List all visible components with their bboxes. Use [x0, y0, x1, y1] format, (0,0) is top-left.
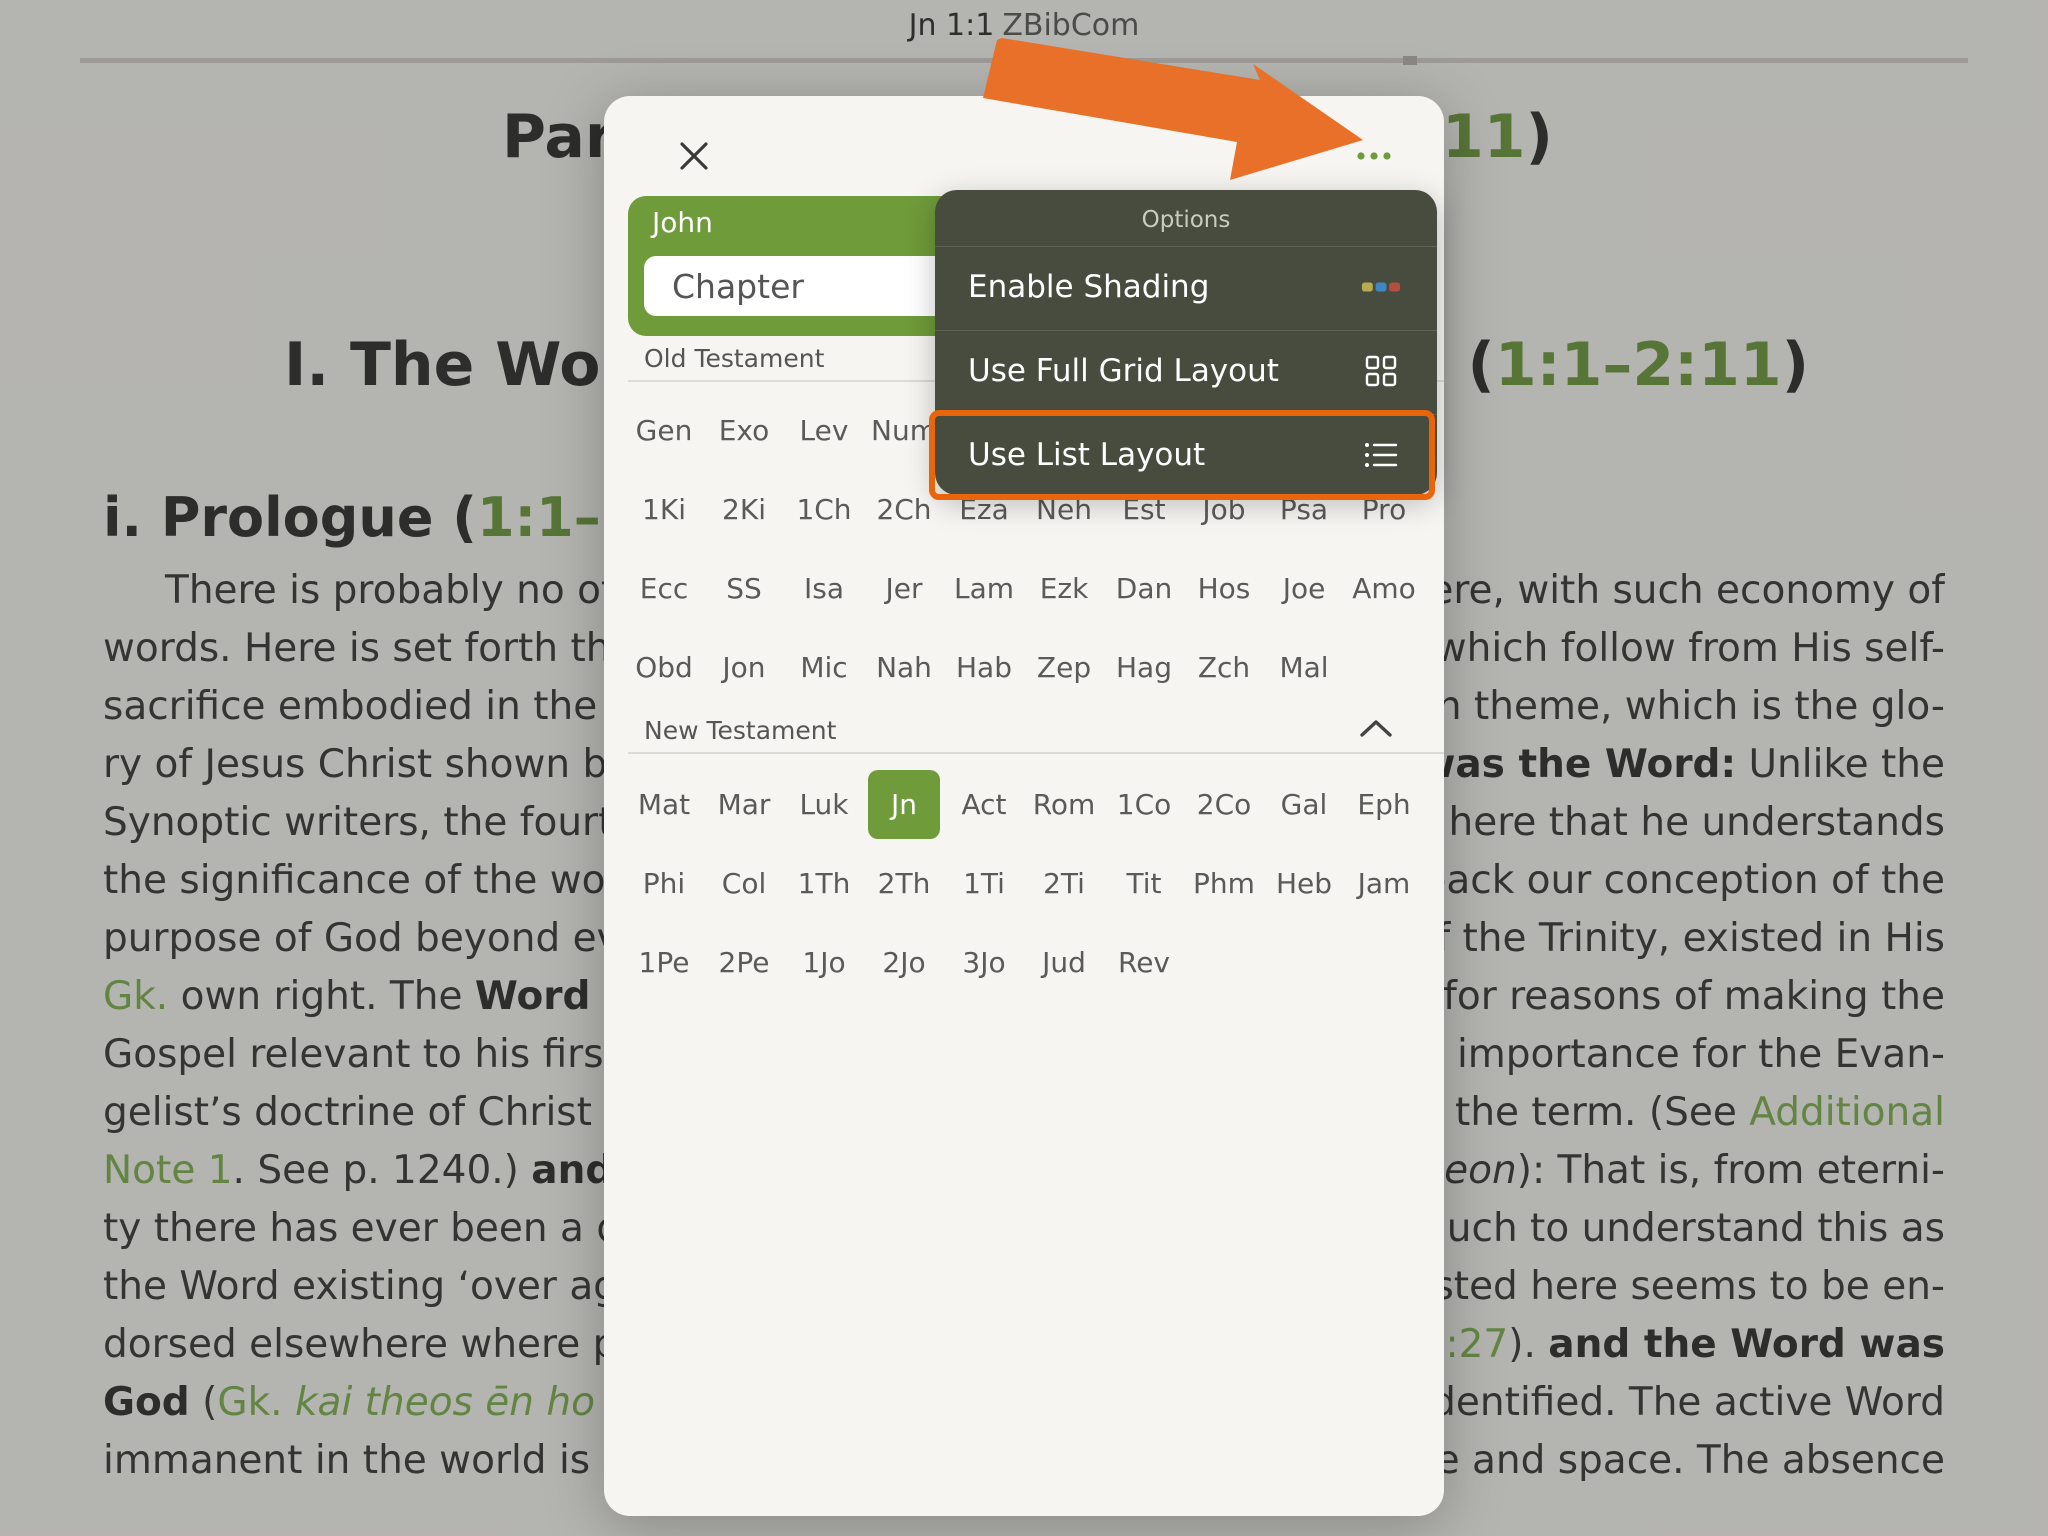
- shading-icon: [1361, 267, 1401, 307]
- close-icon: [680, 142, 708, 170]
- book-button-zch[interactable]: Zch: [1188, 633, 1260, 702]
- book-button-hag[interactable]: Hag: [1108, 633, 1180, 702]
- book-button-1ki[interactable]: 1Ki: [628, 475, 700, 544]
- book-button-1jo[interactable]: 1Jo: [788, 928, 860, 997]
- old-testament-label: Old Testament: [644, 344, 825, 373]
- book-button-ezk[interactable]: Ezk: [1028, 554, 1100, 623]
- book-button-1co[interactable]: 1Co: [1108, 770, 1180, 839]
- book-button-hab[interactable]: Hab: [948, 633, 1020, 702]
- book-button-dan[interactable]: Dan: [1108, 554, 1180, 623]
- book-button-3jo[interactable]: 3Jo: [948, 928, 1020, 997]
- book-button-2ti[interactable]: 2Ti: [1028, 849, 1100, 918]
- book-button-act[interactable]: Act: [948, 770, 1020, 839]
- annotation-highlight-box: [929, 410, 1435, 500]
- enable-shading-item[interactable]: Enable Shading: [935, 246, 1437, 331]
- enable-shading-label: Enable Shading: [968, 269, 1210, 305]
- book-button-exo[interactable]: Exo: [708, 396, 780, 465]
- book-button-phm[interactable]: Phm: [1188, 849, 1260, 918]
- book-button-mic[interactable]: Mic: [788, 633, 860, 702]
- book-button-mal[interactable]: Mal: [1268, 633, 1340, 702]
- book-button-2jo[interactable]: 2Jo: [868, 928, 940, 997]
- book-button-obd[interactable]: Obd: [628, 633, 700, 702]
- book-button-ss[interactable]: SS: [708, 554, 780, 623]
- book-button-jam[interactable]: Jam: [1348, 849, 1420, 918]
- book-button-gen[interactable]: Gen: [628, 396, 700, 465]
- book-button-heb[interactable]: Heb: [1268, 849, 1340, 918]
- book-button-1pe[interactable]: 1Pe: [628, 928, 700, 997]
- book-button-amo[interactable]: Amo: [1348, 554, 1420, 623]
- more-options-button[interactable]: [1344, 126, 1404, 186]
- book-button-phi[interactable]: Phi: [628, 849, 700, 918]
- book-button-1th[interactable]: 1Th: [788, 849, 860, 918]
- book-button-mar[interactable]: Mar: [708, 770, 780, 839]
- book-button-mat[interactable]: Mat: [628, 770, 700, 839]
- new-testament-label: New Testament: [644, 716, 837, 745]
- chevron-up-icon: [1360, 720, 1392, 737]
- new-testament-divider: [628, 752, 1444, 754]
- book-button-2co[interactable]: 2Co: [1188, 770, 1260, 839]
- book-button-ecc[interactable]: Ecc: [628, 554, 700, 623]
- book-button-rom[interactable]: Rom: [1028, 770, 1100, 839]
- use-full-grid-layout-label: Use Full Grid Layout: [968, 353, 1279, 389]
- book-button-col[interactable]: Col: [708, 849, 780, 918]
- book-button-tit[interactable]: Tit: [1108, 849, 1180, 918]
- options-menu-header: Options: [1141, 207, 1231, 233]
- book-button-2pe[interactable]: 2Pe: [708, 928, 780, 997]
- book-button-lev[interactable]: Lev: [788, 396, 860, 465]
- more-icon: [1357, 152, 1391, 160]
- book-button-2ki[interactable]: 2Ki: [708, 475, 780, 544]
- new-testament-books: Mat Mar Luk Jn Act Rom 1Co 2Co Gal Eph Phi Col 1Th 2T…: [624, 770, 1424, 997]
- book-button-lam[interactable]: Lam: [948, 554, 1020, 623]
- book-button-luk[interactable]: Luk: [788, 770, 860, 839]
- book-button-zep[interactable]: Zep: [1028, 633, 1100, 702]
- collapse-button[interactable]: [1354, 710, 1398, 746]
- book-button-hos[interactable]: Hos: [1188, 554, 1260, 623]
- book-button-joe[interactable]: Joe: [1268, 554, 1340, 623]
- book-button-jer[interactable]: Jer: [868, 554, 940, 623]
- book-button-jn[interactable]: Jn: [868, 770, 940, 839]
- close-button[interactable]: [664, 126, 724, 186]
- use-full-grid-layout-item[interactable]: Use Full Grid Layout: [935, 330, 1437, 415]
- selected-book-label: John: [652, 206, 713, 239]
- book-button-1ch[interactable]: 1Ch: [788, 475, 860, 544]
- book-button-rev[interactable]: Rev: [1108, 928, 1180, 997]
- book-button-eph[interactable]: Eph: [1348, 770, 1420, 839]
- book-button-jon[interactable]: Jon: [708, 633, 780, 702]
- book-button-isa[interactable]: Isa: [788, 554, 860, 623]
- grid-icon: [1361, 351, 1401, 391]
- book-button-2th[interactable]: 2Th: [868, 849, 940, 918]
- book-button-nah[interactable]: Nah: [868, 633, 940, 702]
- book-button-1ti[interactable]: 1Ti: [948, 849, 1020, 918]
- book-button-gal[interactable]: Gal: [1268, 770, 1340, 839]
- book-button-jud[interactable]: Jud: [1028, 928, 1100, 997]
